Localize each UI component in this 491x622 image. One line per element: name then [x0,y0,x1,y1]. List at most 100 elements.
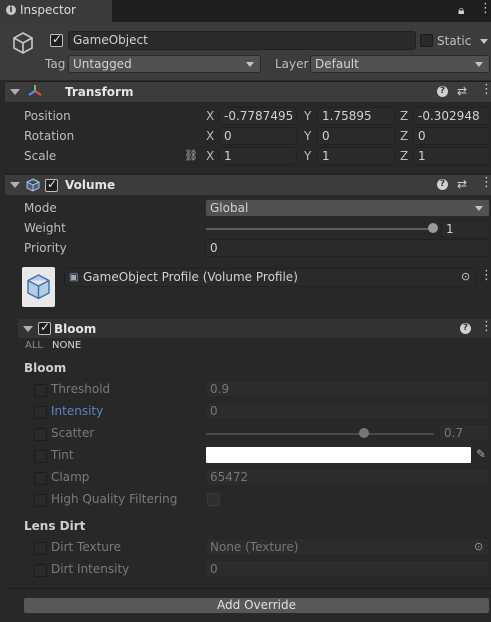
tag-dropdown[interactable]: Untagged [68,55,261,73]
scale-z-input[interactable]: 1 [413,147,490,165]
lock-icon[interactable]: 🔒︎ [458,4,464,16]
tag-label: Tag [45,57,66,71]
scale-z-label[interactable]: Z [400,148,408,164]
gameobject-name-input[interactable]: GameObject [68,31,416,50]
profile-menu-icon[interactable]: ⋮ [480,269,491,282]
scale-y-input[interactable]: 1 [317,147,395,165]
scatter-label: Scatter [51,426,95,440]
rotation-y-label[interactable]: Y [304,128,311,144]
dirt-texture-label: Dirt Texture [51,540,121,554]
help-icon[interactable]: ? [437,86,448,97]
rotation-x-input[interactable]: 0 [219,127,297,145]
scale-x-label[interactable]: X [206,148,214,164]
position-y-label[interactable]: Y [304,108,311,124]
presets-icon[interactable]: ⇄ [457,178,467,190]
dirt-texture-override-toggle[interactable] [34,542,47,555]
tag-value: Untagged [73,57,132,71]
rotation-z-label[interactable]: Z [400,128,408,144]
position-z-label[interactable]: Z [400,108,408,124]
cube-icon [13,32,33,54]
scale-x-input[interactable]: 1 [219,147,297,165]
tab-inspector[interactable]: i Inspector [0,0,112,22]
scatter-slider-track[interactable] [206,433,434,435]
position-x-input[interactable]: -0.7787495 [219,107,297,125]
dirt-texture-field[interactable]: None (Texture) [205,538,490,556]
profile-thumbnail [22,267,55,307]
static-label: Static [437,34,472,48]
bloom-enabled-toggle[interactable] [38,320,51,335]
weight-slider-track[interactable] [206,228,434,230]
layer-dropdown[interactable]: Default [310,55,490,73]
scatter-slider-handle[interactable] [359,428,369,438]
component-menu-icon[interactable]: ⋮ [480,176,491,189]
component-menu-icon[interactable]: ⋮ [480,83,491,96]
clamp-input[interactable]: 65472 [205,468,490,486]
foldout-arrow-icon[interactable] [23,326,33,332]
static-dropdown[interactable] [476,32,490,50]
rotation-label: Rotation [24,129,75,143]
threshold-input[interactable]: 0.9 [205,380,490,398]
position-y-input[interactable]: 1.75895 [317,107,395,125]
weight-slider-handle[interactable] [428,223,438,233]
scale-y-label[interactable]: Y [304,148,311,164]
object-picker-icon[interactable]: ⊙ [461,271,470,283]
kebab-menu-icon[interactable]: ⋮ [479,2,491,15]
mode-label: Mode [24,201,57,215]
transform-icon [28,85,42,96]
rotation-x-label[interactable]: X [206,128,214,144]
object-picker-icon[interactable]: ⊙ [474,541,483,553]
help-icon[interactable]: ? [460,323,471,334]
position-z-input[interactable]: -0.302948 [413,107,490,125]
active-toggle[interactable] [50,32,63,47]
mode-dropdown[interactable]: Global [205,199,490,217]
priority-label: Priority [24,241,67,255]
component-menu-icon[interactable]: ⋮ [480,320,491,333]
profile-value: GameObject Profile (Volume Profile) [83,270,298,284]
static-toggle[interactable] [420,34,433,47]
rotation-z-input[interactable]: 0 [413,127,490,145]
layer-label: Layer [275,57,309,71]
layer-value: Default [315,57,359,71]
foldout-arrow-icon[interactable] [10,182,20,188]
foldout-arrow-icon[interactable] [10,89,20,95]
hq-filtering-override-toggle[interactable] [34,494,47,507]
intensity-input[interactable]: 0 [205,402,490,420]
help-icon[interactable]: ? [437,179,448,190]
asset-file-icon: ▣ [69,272,79,283]
info-icon: i [6,5,16,15]
weight-input[interactable]: 1 [441,220,490,238]
rotation-y-input[interactable]: 0 [317,127,395,145]
tab-label: Inspector [20,3,76,17]
link-broken-icon[interactable]: ⛓︎ [184,150,198,162]
tint-override-toggle[interactable] [34,450,47,463]
position-x-label[interactable]: X [206,108,214,124]
hq-filtering-checkbox[interactable] [207,493,220,506]
dirt-intensity-input[interactable]: 0 [205,560,490,578]
dirt-texture-value: None (Texture) [210,540,299,554]
clamp-override-toggle[interactable] [34,472,47,485]
eyedropper-icon[interactable]: ✎ [476,448,486,460]
presets-icon[interactable]: ⇄ [457,85,467,97]
threshold-override-toggle[interactable] [34,384,47,397]
volume-title: Volume [65,178,116,192]
profile-object-field[interactable]: GameObject Profile (Volume Profile) [64,268,476,287]
mode-value: Global [210,201,249,215]
weight-label: Weight [24,221,66,235]
volume-enabled-toggle[interactable] [45,177,58,192]
all-toggle-link[interactable]: ALL [25,340,43,351]
bloom-title: Bloom [54,322,97,336]
none-toggle-link[interactable]: NONE [52,340,81,351]
threshold-label: Threshold [51,382,111,396]
tint-label: Tint [51,448,74,462]
intensity-override-toggle[interactable] [34,406,47,419]
tint-color-field[interactable] [205,446,472,464]
priority-input[interactable]: 0 [205,239,490,257]
clamp-label: Clamp [51,470,90,484]
add-override-button[interactable]: Add Override [23,597,490,614]
position-label: Position [24,109,71,123]
dirt-intensity-label: Dirt Intensity [51,562,130,576]
scatter-input[interactable]: 0.7 [439,424,490,442]
hq-filtering-label: High Quality Filtering [51,492,178,506]
scatter-override-toggle[interactable] [34,428,47,441]
dirt-intensity-override-toggle[interactable] [34,564,47,577]
